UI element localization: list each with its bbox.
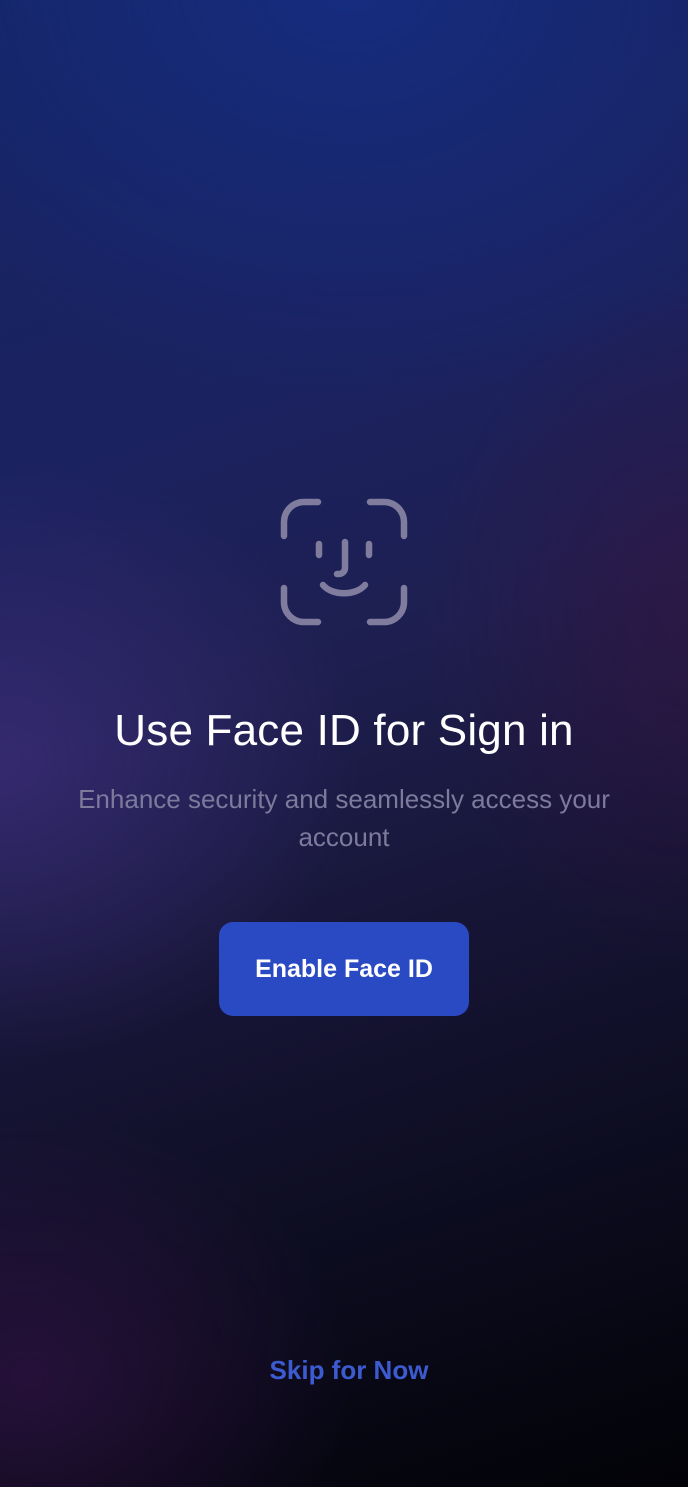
skip-for-now-link[interactable]: Skip for Now (0, 1352, 688, 1388)
face-id-icon (280, 498, 408, 626)
page-title: Use Face ID for Sign in (114, 706, 574, 755)
face-id-setup-screen: Use Face ID for Sign in Enhance security… (0, 0, 688, 1487)
enable-face-id-button[interactable]: Enable Face ID (219, 922, 469, 1016)
page-subtitle: Enhance security and seamlessly access y… (78, 784, 610, 852)
